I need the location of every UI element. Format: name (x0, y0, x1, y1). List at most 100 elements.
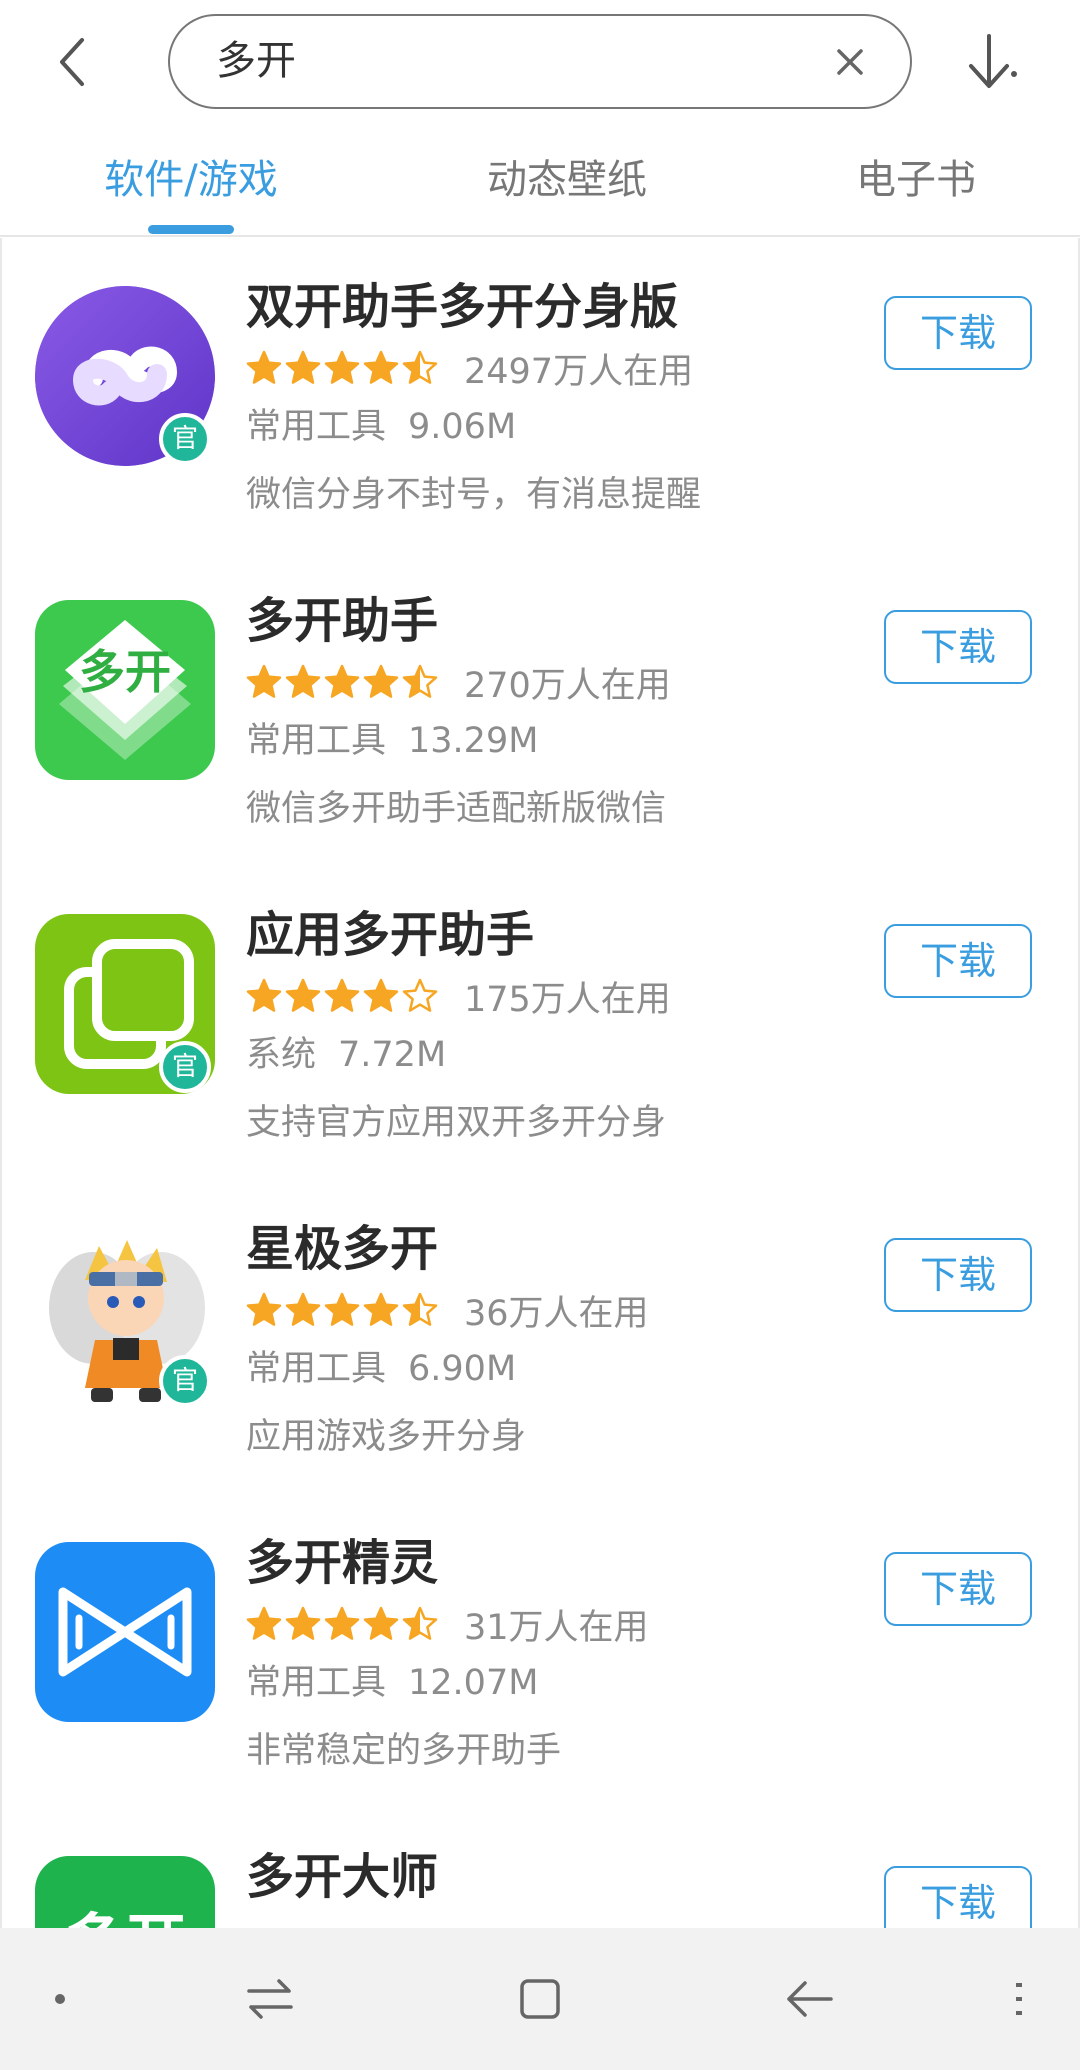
tab-live-wallpaper[interactable]: 动态壁纸 (462, 125, 672, 237)
app-category: 常用工具 (246, 407, 387, 447)
download-manager-button[interactable] (956, 22, 1026, 102)
app-row-5[interactable]: 多开精灵 31万人在用 常用工具 12.07M 非常稳定的多开助手 下载 (2, 1494, 1078, 1808)
app-meta: 常用工具 6.90M (246, 1344, 516, 1394)
app-description: 微信多开助手适配新版微信 (246, 789, 667, 829)
menu-icon (1016, 1983, 1022, 2015)
user-count: 31万人在用 (464, 1607, 649, 1648)
app-icon-text: 多开 (79, 645, 171, 699)
star-icon (324, 1606, 360, 1640)
app-icon-text: 多开 (63, 1906, 187, 1928)
official-badge: 官 (159, 413, 211, 465)
app-meta: 常用工具 12.07M (246, 1658, 538, 1708)
star-rating (246, 664, 438, 700)
star-icon (246, 1292, 282, 1326)
switch-icon (247, 1979, 293, 2019)
download-button[interactable]: 下载 (884, 296, 1032, 370)
download-button[interactable]: 下载 (884, 1866, 1032, 1928)
bowtie-app-icon (35, 1542, 215, 1722)
app-description: 应用游戏多开分身 (246, 1417, 527, 1457)
app-row-1[interactable]: 官 双开助手多开分身版 2497万人在用 常用工具 9.06M 微信分身不封号，有… (2, 238, 1078, 552)
close-icon (837, 49, 863, 75)
star-icon (363, 1292, 399, 1326)
nav-dot-button[interactable] (24, 1963, 96, 2035)
search-query-text: 多开 (216, 38, 296, 84)
app-meta: 常用工具 13.29M (246, 716, 538, 766)
official-badge: 官 (159, 1355, 211, 1407)
official-badge: 官 (159, 1041, 211, 1093)
app-list[interactable]: 官 双开助手多开分身版 2497万人在用 常用工具 9.06M 微信分身不封号，有… (0, 238, 1080, 1928)
dot-icon (55, 1994, 65, 2004)
app-name: 多开精灵 (246, 1535, 439, 1591)
chevron-left-icon (60, 38, 84, 86)
app-name: 多开大师 (246, 1849, 439, 1905)
user-count: 36万人在用 (464, 1293, 649, 1334)
download-button[interactable]: 下载 (884, 924, 1032, 998)
user-count: 270万人在用 (464, 665, 671, 706)
nav-home-button[interactable] (504, 1963, 576, 2035)
user-count: 2497万人在用 (464, 351, 694, 392)
app-name: 多开助手 (246, 593, 439, 649)
clear-search-button[interactable] (826, 38, 874, 86)
star-icon (285, 664, 321, 698)
star-icon (363, 664, 399, 698)
app-rating: 36万人在用 (246, 1286, 649, 1334)
app-row-3[interactable]: 官 应用多开助手 175万人在用 系统 7.72M 支持官方应用双开多开分身 下载 (2, 866, 1078, 1180)
star-rating (246, 1606, 438, 1642)
app-rating: 270万人在用 (246, 658, 671, 706)
app-size: 6.90M (408, 1349, 517, 1389)
star-icon (402, 664, 438, 698)
download-button[interactable]: 下载 (884, 1238, 1032, 1312)
app-rating: 31万人在用 (246, 1600, 649, 1648)
star-rating (246, 1292, 438, 1328)
star-icon (324, 350, 360, 384)
nav-back-button[interactable] (774, 1963, 846, 2035)
star-icon (402, 1606, 438, 1640)
download-button[interactable]: 下载 (884, 1552, 1032, 1626)
app-size: 9.06M (408, 407, 517, 447)
app-row-2[interactable]: 多开 多开助手 270万人在用 常用工具 13.29M 微信多开助手适配新版微信 … (2, 552, 1078, 866)
app-category: 常用工具 (246, 1349, 387, 1389)
nav-switch-button[interactable] (234, 1963, 306, 2035)
star-icon (324, 978, 360, 1012)
app-meta: 系统 7.72M (246, 1030, 446, 1080)
star-rating (246, 978, 438, 1014)
app-size: 7.72M (338, 1035, 447, 1075)
star-icon (363, 350, 399, 384)
star-rating (246, 350, 438, 386)
star-icon (285, 350, 321, 384)
star-icon (285, 1606, 321, 1640)
app-category: 系统 (246, 1035, 317, 1075)
app-category: 常用工具 (246, 721, 387, 761)
app-size: 12.07M (408, 1663, 539, 1703)
system-nav-bar (0, 1928, 1080, 2070)
star-icon (246, 1606, 282, 1640)
app-row-6[interactable]: 多开 多开大师 下载 (2, 1808, 1078, 1928)
app-name: 双开助手多开分身版 (246, 279, 679, 335)
star-icon (324, 1292, 360, 1326)
star-icon (285, 978, 321, 1012)
app-row-4[interactable]: 官 星极多开 36万人在用 常用工具 6.90M 应用游戏多开分身 下载 (2, 1180, 1078, 1494)
download-button[interactable]: 下载 (884, 610, 1032, 684)
home-icon (520, 1979, 560, 2019)
app-name: 星极多开 (246, 1221, 439, 1277)
nav-menu-button[interactable] (984, 1963, 1056, 2035)
star-icon (363, 978, 399, 1012)
star-icon (246, 664, 282, 698)
app-name: 应用多开助手 (246, 907, 535, 963)
star-icon (246, 978, 282, 1012)
star-icon (363, 1606, 399, 1640)
active-tab-indicator (148, 225, 234, 234)
search-input[interactable]: 多开 (168, 14, 912, 109)
duokai-app-icon: 多开 (35, 600, 215, 780)
user-count: 175万人在用 (464, 979, 671, 1020)
star-icon (285, 1292, 321, 1326)
star-icon (246, 350, 282, 384)
category-tabs: 软件/游戏 动态壁纸 电子书 (0, 125, 1080, 237)
tab-software-games[interactable]: 软件/游戏 (90, 125, 292, 237)
tab-ebooks[interactable]: 电子书 (834, 125, 998, 237)
star-icon (402, 978, 438, 1012)
app-description: 非常稳定的多开助手 (246, 1731, 562, 1771)
back-button[interactable] (40, 22, 104, 102)
star-icon (324, 664, 360, 698)
back-icon (787, 1981, 833, 2017)
